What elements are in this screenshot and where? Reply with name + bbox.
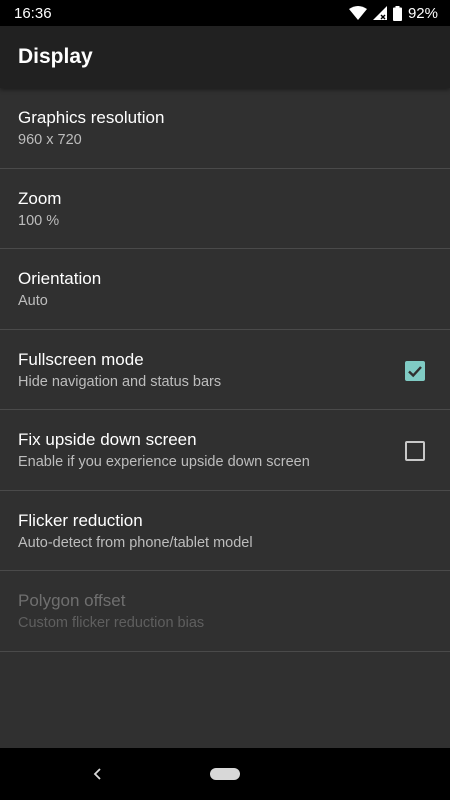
status-time: 16:36 (14, 4, 52, 22)
battery-percentage: 92% (407, 4, 438, 22)
pref-fullscreen-mode[interactable]: Fullscreen mode Hide navigation and stat… (0, 330, 450, 410)
fullscreen-checkbox[interactable] (405, 360, 425, 381)
pref-fix-upside-down[interactable]: Fix upside down screen Enable if you exp… (0, 410, 450, 491)
preference-list: Graphics resolution 960 x 720 Zoom 100 %… (0, 88, 450, 748)
pref-title: Graphics resolution (18, 108, 165, 127)
pref-summary: Auto (18, 293, 48, 309)
upside-down-checkbox[interactable] (405, 441, 425, 461)
pref-polygon-offset: Polygon offset Custom flicker reduction … (0, 571, 450, 652)
page-title: Display (18, 45, 93, 68)
status-bar: 16:36 92% (0, 0, 450, 26)
pref-title: Polygon offset (18, 591, 126, 610)
navigation-bar (0, 748, 450, 800)
pref-summary: Hide navigation and status bars (18, 373, 222, 390)
cellular-signal-icon (372, 6, 387, 20)
pref-graphics-resolution[interactable]: Graphics resolution 960 x 720 (0, 88, 450, 169)
pref-title: Flicker reduction (18, 510, 143, 530)
pref-title: Fix upside down screen (18, 430, 197, 449)
pref-summary: Custom flicker reduction bias (18, 615, 205, 631)
pref-orientation[interactable]: Orientation Auto (0, 249, 450, 330)
pref-summary: 960 x 720 (18, 132, 82, 148)
checkmark-icon (408, 365, 422, 377)
pref-title: Fullscreen mode (18, 349, 144, 369)
pref-summary: Auto-detect from phone/tablet model (18, 534, 253, 551)
battery-icon (392, 5, 402, 21)
home-pill-icon[interactable] (210, 768, 240, 780)
pref-title: Zoom (18, 188, 62, 208)
pref-summary: Enable if you experience upside down scr… (18, 454, 310, 470)
pref-zoom[interactable]: Zoom 100 % (0, 169, 450, 249)
pref-flicker-reduction[interactable]: Flicker reduction Auto-detect from phone… (0, 491, 450, 571)
wifi-icon (348, 6, 367, 20)
status-icons: 92% (348, 4, 438, 22)
pref-summary: 100 % (18, 212, 60, 229)
app-bar: Display (0, 26, 450, 88)
pref-title: Orientation (18, 269, 102, 288)
back-icon[interactable] (88, 764, 108, 784)
